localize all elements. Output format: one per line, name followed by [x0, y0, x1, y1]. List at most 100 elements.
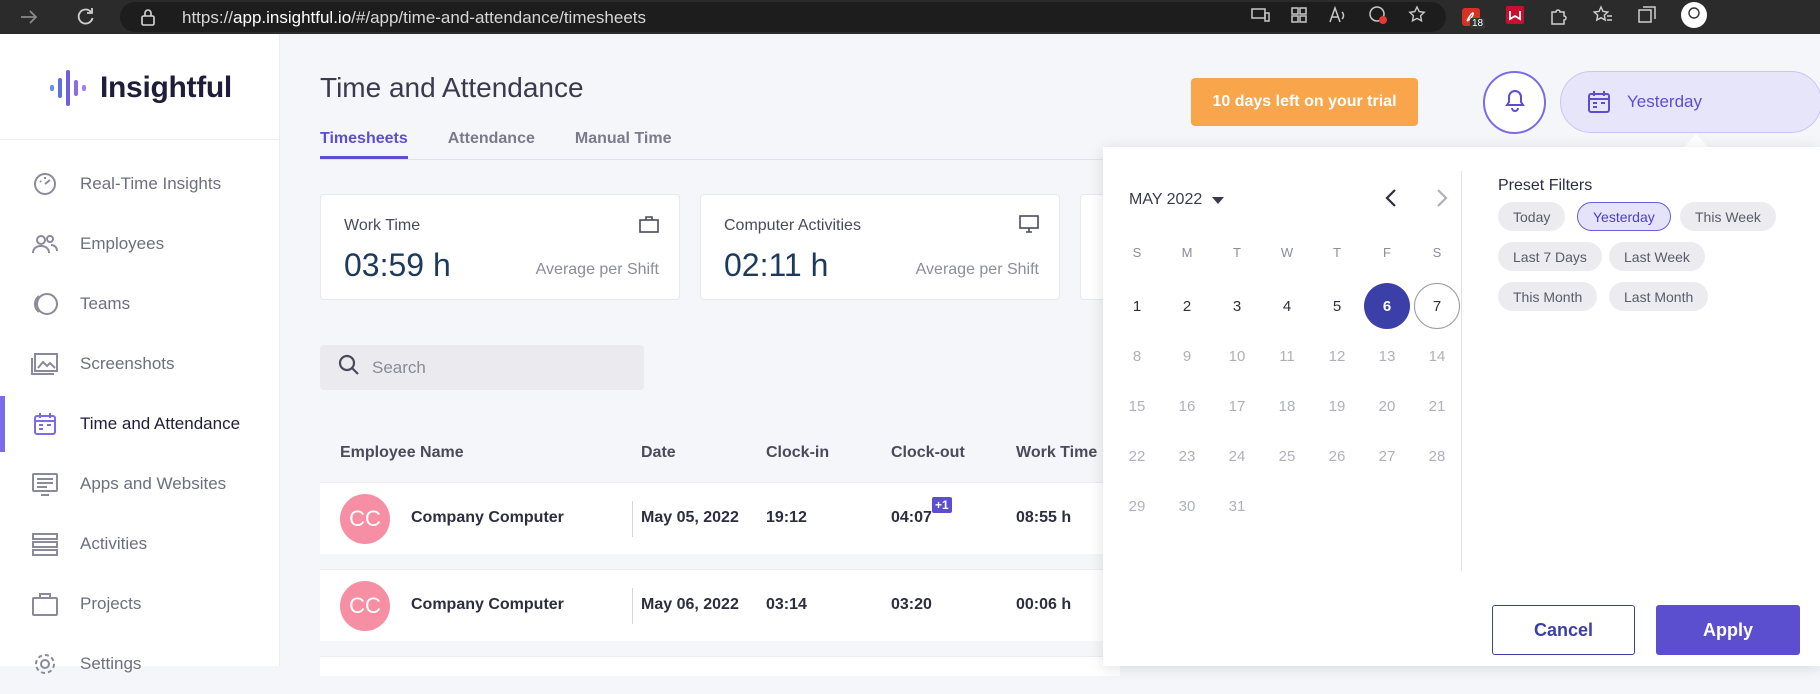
calendar-day: 29: [1128, 497, 1146, 515]
sidebar-item-activities[interactable]: Activities: [0, 514, 280, 574]
sidebar-item-label: Projects: [80, 594, 142, 613]
sidebar-item-employees[interactable]: Employees: [0, 214, 280, 274]
preset-this-week[interactable]: This Week: [1680, 202, 1776, 231]
column-employee-name[interactable]: Employee Name: [340, 444, 464, 462]
sidebar-item-real-time-insights[interactable]: Real-Time Insights: [0, 154, 280, 214]
favorites-icon[interactable]: [1592, 4, 1614, 31]
sidebar: Insightful Real-Time Insights Employees …: [0, 34, 280, 674]
row-clock-out: 03:20: [891, 596, 932, 613]
calendar-day[interactable]: 4: [1264, 283, 1310, 329]
sidebar-item-settings[interactable]: Settings: [0, 634, 280, 694]
calendar-day: 23: [1178, 447, 1196, 465]
preset-last-month[interactable]: Last Month: [1609, 282, 1709, 311]
search-input[interactable]: [372, 357, 632, 378]
table-row[interactable]: CC Company Computer May 06, 2022 03:14 0…: [320, 569, 1120, 641]
table-row[interactable]: [320, 656, 1120, 676]
date-range-button[interactable]: Yesterday: [1560, 71, 1820, 133]
acrobat-extension-icon[interactable]: 18: [1460, 6, 1486, 29]
preset-yesterday[interactable]: Yesterday: [1577, 202, 1671, 231]
column-clock-in[interactable]: Clock-in: [766, 444, 829, 462]
row-work-time: 00:06 h: [1016, 596, 1072, 613]
preset-today[interactable]: Today: [1498, 202, 1566, 231]
card-subtitle: Average per Shift: [915, 261, 1039, 278]
notifications-button[interactable]: [1483, 71, 1546, 134]
forward-arrow-icon[interactable]: [12, 0, 46, 34]
column-date[interactable]: Date: [641, 444, 676, 462]
chevron-left-icon: [1383, 189, 1399, 213]
month-label: MAY 2022: [1129, 191, 1203, 208]
card-value: 03:59 h: [344, 247, 451, 283]
sidebar-item-label: Settings: [80, 654, 142, 673]
row-clock-in: 03:14: [766, 596, 807, 613]
employee-name[interactable]: Company Computer: [411, 509, 564, 527]
next-day-badge: +1: [932, 497, 952, 513]
row-date: May 05, 2022: [641, 509, 739, 526]
weekday-label: S: [1132, 245, 1142, 260]
caret-down-icon: [1212, 196, 1225, 204]
tab-timesheets[interactable]: Timesheets: [320, 130, 408, 159]
collections-icon[interactable]: [1636, 4, 1658, 31]
calendar-day: 25: [1278, 447, 1296, 465]
date-picker-popover: MAY 2022 SMTWTFS 1 2 3 4 5 6 7 8 9 10 11 12 13 14 15 16…: [1103, 147, 1820, 666]
bell-icon: [1504, 88, 1526, 117]
calendar-day[interactable]: 7: [1414, 283, 1460, 329]
tracking-prevention-icon[interactable]: [1368, 5, 1388, 30]
sidebar-item-label: Time and Attendance: [80, 414, 241, 433]
calendar-day: 11: [1279, 347, 1295, 365]
sidebar-item-projects[interactable]: Projects: [0, 574, 280, 634]
search-icon: [338, 354, 360, 381]
calendar-day: 16: [1178, 397, 1196, 415]
calendar-day[interactable]: 5: [1314, 283, 1360, 329]
reload-icon[interactable]: [68, 0, 102, 34]
next-month-button[interactable]: [1434, 187, 1450, 214]
preset-last-week[interactable]: Last Week: [1609, 242, 1705, 271]
sidebar-item-label: Employees: [80, 234, 165, 253]
column-work-time[interactable]: Work Time: [1016, 444, 1097, 462]
calendar-day[interactable]: 3: [1214, 283, 1260, 329]
search-box: [320, 345, 644, 390]
mcafee-extension-icon[interactable]: [1504, 4, 1526, 31]
calendar-icon: [1587, 90, 1611, 114]
sidebar-item-time-and-attendance[interactable]: Time and Attendance: [0, 394, 280, 454]
trial-banner[interactable]: 10 days left on your trial: [1191, 78, 1418, 126]
divider: [632, 501, 633, 537]
calendar-day[interactable]: 1: [1114, 283, 1160, 329]
favorite-add-icon[interactable]: [1408, 4, 1428, 30]
calendar-day[interactable]: 2: [1164, 283, 1210, 329]
read-aloud-icon[interactable]: [1328, 5, 1348, 29]
divider: [1461, 171, 1462, 571]
app-logo[interactable]: Insightful: [48, 68, 232, 108]
cancel-button[interactable]: Cancel: [1492, 605, 1635, 655]
sidebar-item-teams[interactable]: Teams: [0, 274, 280, 334]
month-select[interactable]: MAY 2022: [1129, 191, 1225, 209]
url-host: app.insightful.io: [233, 8, 352, 27]
weekday-label: S: [1432, 245, 1442, 260]
calendar-day: 8: [1132, 347, 1142, 365]
address-bar[interactable]: https://app.insightful.io/#/app/time-and…: [120, 2, 1446, 32]
extensions-puzzle-icon[interactable]: [1548, 4, 1570, 31]
preset-last-7-days[interactable]: Last 7 Days: [1498, 242, 1602, 271]
calendar-day: 26: [1328, 447, 1346, 465]
device-icon[interactable]: [1250, 6, 1270, 29]
apply-button[interactable]: Apply: [1656, 605, 1800, 655]
table-header: Employee Name Date Clock-in Clock-out Wo…: [320, 444, 1110, 480]
preset-this-month[interactable]: This Month: [1498, 282, 1598, 311]
column-clock-out[interactable]: Clock-out: [891, 444, 965, 462]
sidebar-item-screenshots[interactable]: Screenshots: [0, 334, 280, 394]
table-row[interactable]: CC Company Computer May 05, 2022 19:12 0…: [320, 482, 1120, 554]
weekday-label: T: [1333, 245, 1341, 260]
prev-month-button[interactable]: [1383, 187, 1399, 214]
sidebar-item-apps-and-websites[interactable]: Apps and Websites: [0, 454, 280, 514]
chevron-right-icon: [1434, 189, 1450, 213]
calendar-icon: [30, 409, 60, 439]
apps-icon[interactable]: [1290, 6, 1308, 29]
tab-attendance[interactable]: Attendance: [448, 130, 535, 159]
profile-avatar[interactable]: [1680, 1, 1708, 34]
calendar-day: 28: [1428, 447, 1446, 465]
browser-toolbar: https://app.insightful.io/#/app/time-and…: [0, 0, 1820, 34]
calendar-day[interactable]: 6: [1364, 283, 1410, 329]
weekday-label: M: [1181, 245, 1193, 260]
url-scheme: https://: [182, 8, 234, 27]
tab-manual-time[interactable]: Manual Time: [575, 130, 672, 159]
employee-name[interactable]: Company Computer: [411, 596, 564, 614]
